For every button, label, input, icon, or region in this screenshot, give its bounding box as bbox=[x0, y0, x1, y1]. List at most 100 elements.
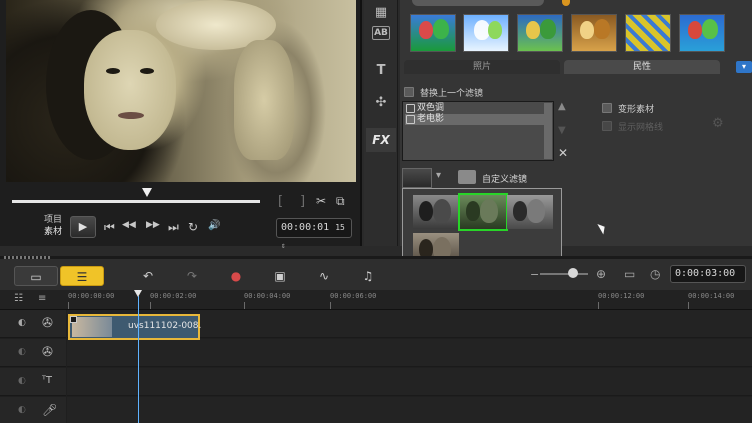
filter-thumb-3[interactable] bbox=[517, 14, 563, 52]
drag-handle[interactable] bbox=[4, 256, 52, 259]
fx-filter-tab[interactable]: FX bbox=[366, 128, 396, 152]
end-icon[interactable]: ⏭ bbox=[168, 220, 179, 235]
chevron-down-icon[interactable]: ▾ bbox=[436, 170, 441, 181]
replace-filter-label: 替换上一个滤镜 bbox=[420, 89, 484, 99]
mark-in-bracket[interactable]: [ bbox=[278, 194, 283, 209]
custom-filter-icon[interactable] bbox=[458, 170, 476, 184]
move-up-icon[interactable]: ▲ bbox=[558, 101, 566, 112]
filter-thumb-5[interactable] bbox=[625, 14, 671, 52]
filter-toggle-icon[interactable] bbox=[406, 104, 415, 113]
audio-button[interactable]: ∿ bbox=[302, 266, 346, 286]
record-capture-button[interactable]: ● bbox=[214, 266, 258, 286]
waveform-icon: ∿ bbox=[318, 269, 330, 283]
voice-track-lane[interactable] bbox=[67, 397, 752, 423]
track-visibility-icon[interactable]: ◐ bbox=[18, 318, 26, 328]
clip-thumbnail bbox=[72, 317, 112, 337]
replace-filter-checkbox[interactable] bbox=[404, 87, 414, 97]
remove-filter-icon[interactable]: ✕ bbox=[558, 146, 568, 160]
scrub-handle[interactable] bbox=[142, 188, 152, 197]
title-icon[interactable]: T bbox=[370, 62, 392, 80]
zoom-slider-knob[interactable] bbox=[568, 268, 578, 278]
timeline-icon: ☰ bbox=[76, 270, 88, 284]
collapse-button[interactable]: ▾ bbox=[736, 61, 752, 73]
repeat-icon[interactable]: ↻ bbox=[188, 220, 198, 234]
monitor-icon: ▣ bbox=[274, 269, 286, 283]
track-visibility-icon[interactable]: ◐ bbox=[18, 347, 26, 357]
mixer-button[interactable]: ▣ bbox=[258, 266, 302, 286]
zoom-slider[interactable] bbox=[540, 273, 588, 275]
microphone-icon: 🎤︎ bbox=[42, 403, 58, 417]
fx-applied-icon bbox=[70, 316, 77, 323]
grid-settings-icon[interactable]: ⚙ bbox=[712, 116, 724, 131]
overlay-track-lane[interactable] bbox=[67, 339, 752, 367]
film-reel-icon: ✇ bbox=[42, 316, 53, 331]
timeline-ruler[interactable]: ☷ ≡ 00:00:00:00 00:00:02:00 00:00:04:00 … bbox=[0, 290, 752, 310]
tab-photo[interactable]: 照片 bbox=[404, 60, 560, 74]
move-down-icon[interactable]: ▼ bbox=[558, 125, 566, 136]
zoom-in-icon[interactable]: ⊕ bbox=[596, 267, 606, 281]
timeline-duration[interactable]: 0:00:03:00 bbox=[670, 265, 746, 283]
filter-preset-dropdown[interactable] bbox=[402, 168, 432, 188]
auto-music-button[interactable]: ♫ bbox=[346, 266, 390, 286]
filter-thumb-6[interactable] bbox=[679, 14, 725, 52]
preset-thumb-selected[interactable] bbox=[458, 193, 508, 231]
preview-video-frame bbox=[6, 0, 356, 182]
mode-clip-label[interactable]: 素材 bbox=[44, 226, 62, 238]
play-button[interactable]: ▶ bbox=[70, 216, 96, 238]
record-icon: ● bbox=[230, 269, 242, 283]
custom-filter-label[interactable]: 自定义滤镜 bbox=[482, 172, 527, 185]
transform-clip-checkbox[interactable] bbox=[602, 103, 612, 113]
applied-filter-list[interactable]: 双色调 老电影 bbox=[402, 101, 554, 161]
next-frame-icon[interactable]: ▶▶ bbox=[146, 220, 160, 230]
video-editor-window: [ ] ✂ ⧉ 项目 素材 ▶ ⏮ ◀◀ ▶▶ ⏭ ↻ 🔊 00:00:01 1… bbox=[0, 0, 752, 423]
filter-list-item[interactable]: 老电影 bbox=[405, 114, 551, 125]
track-visibility-icon[interactable]: ◐ bbox=[18, 405, 26, 415]
undo-button[interactable]: ↶ bbox=[126, 266, 170, 286]
track-manager-icon[interactable]: ☷ bbox=[14, 293, 23, 304]
zoom-out-icon[interactable]: − bbox=[530, 268, 539, 281]
title-track-icon: ᵀT bbox=[42, 375, 52, 386]
filter-thumb-4[interactable] bbox=[571, 14, 617, 52]
timeline-playhead[interactable] bbox=[138, 296, 139, 423]
clip-label: uvs111102-008. bbox=[128, 321, 202, 331]
filter-toggle-icon[interactable] bbox=[406, 115, 415, 124]
track-visibility-icon[interactable]: ◐ bbox=[18, 376, 26, 386]
prev-frame-icon[interactable]: ◀◀ bbox=[122, 220, 136, 230]
video-track-header: ◐ ✇ bbox=[0, 310, 66, 338]
filter-list-item[interactable]: 双色调 bbox=[405, 103, 551, 114]
tab-folk[interactable]: 民性 bbox=[564, 60, 720, 74]
filter-list-scrollbar[interactable] bbox=[544, 103, 552, 159]
timeline-view-button[interactable]: ☰ bbox=[60, 266, 104, 286]
copy-icon[interactable]: ⧉ bbox=[336, 194, 345, 209]
mode-project-label[interactable]: 项目 bbox=[44, 214, 62, 226]
filter-thumb-2[interactable] bbox=[463, 14, 509, 52]
split-clip-icon[interactable]: ✂ bbox=[316, 194, 326, 208]
graphics-icon[interactable]: ✣ bbox=[370, 94, 392, 112]
redo-button[interactable]: ↷ bbox=[170, 266, 214, 286]
preset-thumb-1[interactable] bbox=[413, 195, 459, 229]
library-dropdown[interactable] bbox=[412, 0, 544, 6]
text-icon[interactable]: AB bbox=[372, 26, 390, 40]
ruler-label: 00:00:02:00 bbox=[150, 292, 197, 300]
playhead-handle[interactable] bbox=[134, 290, 142, 297]
voice-track-header: ◐ 🎤︎ bbox=[0, 397, 66, 423]
media-icon[interactable]: ▦ bbox=[370, 4, 392, 22]
scrub-bar[interactable] bbox=[12, 200, 260, 203]
preview-timecode[interactable]: 00:00:01 15 ⇕ bbox=[276, 218, 352, 250]
show-grid-checkbox[interactable] bbox=[602, 121, 612, 131]
filter-thumb-1[interactable] bbox=[410, 14, 456, 52]
redo-icon: ↷ bbox=[186, 269, 198, 283]
preset-thumb-3[interactable] bbox=[507, 195, 553, 229]
timecode-stepper-icon[interactable]: ⇕ bbox=[281, 241, 286, 250]
home-icon[interactable]: ⏮ bbox=[104, 220, 115, 235]
chapter-icon[interactable]: ≡ bbox=[38, 293, 46, 304]
volume-icon[interactable]: 🔊 bbox=[208, 220, 220, 231]
preview-mode-selector[interactable]: 项目 素材 bbox=[44, 214, 62, 238]
title-track-lane[interactable] bbox=[67, 368, 752, 396]
mark-out-bracket[interactable]: ] bbox=[300, 194, 305, 209]
fit-project-icon[interactable]: ▭ bbox=[624, 267, 635, 281]
storyboard-view-button[interactable]: ▭ bbox=[14, 266, 58, 286]
preview-player[interactable] bbox=[6, 0, 356, 182]
undo-icon: ↶ bbox=[142, 269, 154, 283]
timecode-value: 00:00:01 bbox=[281, 222, 330, 233]
